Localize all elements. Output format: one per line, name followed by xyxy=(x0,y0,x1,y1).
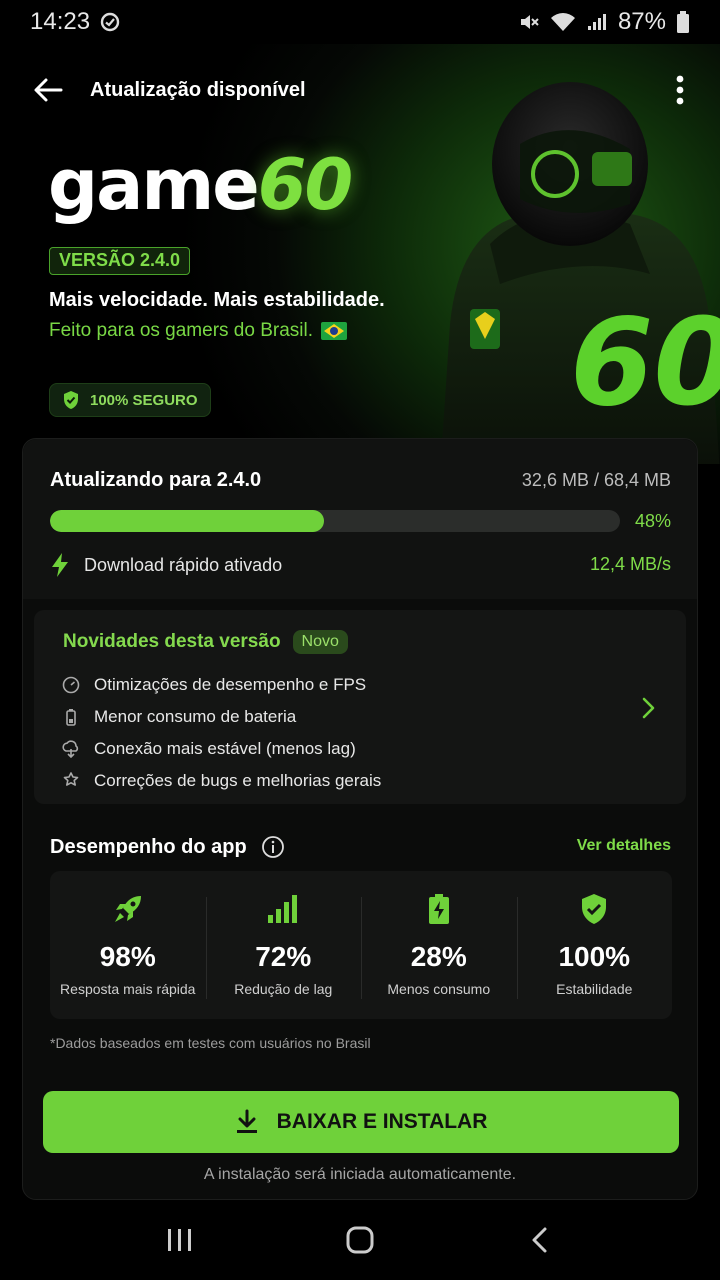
mute-icon xyxy=(520,15,539,29)
download-title: Atualizando para 2.4.0 xyxy=(50,469,262,491)
home-icon xyxy=(346,1226,374,1254)
progress-percent: 48% xyxy=(634,511,671,531)
back-nav-button[interactable] xyxy=(510,1210,570,1270)
update-card: Atualizando para 2.4.0 32,6 MB / 68,4 MB… xyxy=(22,438,698,1200)
home-button[interactable] xyxy=(330,1210,390,1270)
signal-bars-icon xyxy=(268,895,298,923)
app-logo: game60 xyxy=(48,144,353,226)
status-bar: 14:23 87% xyxy=(0,0,720,44)
more-options-button[interactable] xyxy=(660,70,700,110)
progress-fill xyxy=(50,510,324,532)
whats-new-list: Otimizações de desempenho e FPS Menor co… xyxy=(62,669,381,797)
new-badge: Novo xyxy=(292,630,348,654)
back-button[interactable] xyxy=(28,70,68,110)
shield-check-icon xyxy=(64,391,78,409)
view-details-link[interactable]: Ver detalhes xyxy=(577,837,671,855)
battery-percent: 87% xyxy=(617,8,666,35)
download-install-button[interactable]: BAIXAR E INSTALAR xyxy=(43,1091,679,1153)
list-item: Otimizações de desempenho e FPS xyxy=(62,669,381,701)
stat-response: 98% Resposta mais rápida xyxy=(50,871,206,1019)
sync-icon xyxy=(100,12,120,32)
performance-title: Desempenho do app xyxy=(50,835,285,859)
install-note: A instalação será iniciada automaticamen… xyxy=(203,1166,517,1183)
battery-status-icon xyxy=(677,11,689,33)
list-item: Menor consumo de bateria xyxy=(62,701,381,733)
recent-apps-button[interactable] xyxy=(150,1210,210,1270)
status-time: 14:23 xyxy=(30,8,91,35)
download-speed: 12,4 MB/s xyxy=(589,554,671,574)
app-bar: Atualização disponível xyxy=(0,58,720,122)
download-section: Atualizando para 2.4.0 32,6 MB / 68,4 MB… xyxy=(23,439,697,599)
arrow-left-icon xyxy=(34,78,63,102)
version-badge: VERSÃO 2.4.0 xyxy=(49,247,191,275)
progress-bar xyxy=(50,510,620,532)
recents-icon xyxy=(168,1229,191,1251)
list-item: Correções de bugs e melhorias gerais xyxy=(62,765,381,797)
battery-charging-icon xyxy=(428,894,449,924)
secure-badge: 100% SEGURO xyxy=(49,383,211,417)
download-size: 32,6 MB / 68,4 MB xyxy=(521,470,671,490)
cloud-signal-icon xyxy=(62,740,79,758)
more-vertical-icon xyxy=(676,75,684,105)
footnote: *Dados baseados em testes com usuários n… xyxy=(50,1035,371,1051)
lightning-icon xyxy=(52,553,68,577)
brazil-flag-icon xyxy=(321,322,348,340)
stat-stability: 100% Estabilidade xyxy=(516,871,673,1019)
gamer-illustration: 60 xyxy=(440,82,720,464)
fast-download-indicator: Download rápido ativado xyxy=(50,552,282,578)
list-item: Conexão mais estável (menos lag) xyxy=(62,733,381,765)
stat-lag: 72% Redução de lag xyxy=(205,871,362,1019)
stat-consumption: 28% Menos consumo xyxy=(361,871,517,1019)
whats-new-title: Novidades desta versão Novo xyxy=(63,630,348,654)
tagline: Mais velocidade. Mais estabilidade. xyxy=(49,289,385,311)
rocket-icon xyxy=(114,896,141,922)
system-nav-bar xyxy=(0,1200,720,1280)
download-icon xyxy=(236,1109,257,1133)
cell-signal-icon xyxy=(587,14,606,30)
jacket-number: 60 xyxy=(570,294,720,433)
chevron-right-icon[interactable] xyxy=(634,694,662,722)
speedometer-icon xyxy=(62,676,80,694)
wifi-icon xyxy=(550,13,575,31)
performance-stats: 98% Resposta mais rápida 72% Redução de … xyxy=(50,871,672,1019)
whats-new-section[interactable]: Novidades desta versão Novo Otimizações … xyxy=(34,610,686,804)
subtagline: Feito para os gamers do Brasil. xyxy=(49,320,348,342)
chevron-left-icon xyxy=(532,1227,547,1253)
shield-check-icon xyxy=(582,894,607,924)
info-icon[interactable] xyxy=(261,835,285,859)
settings-star-icon xyxy=(63,772,79,786)
page-title: Atualização disponível xyxy=(90,78,306,101)
battery-icon xyxy=(66,709,76,726)
